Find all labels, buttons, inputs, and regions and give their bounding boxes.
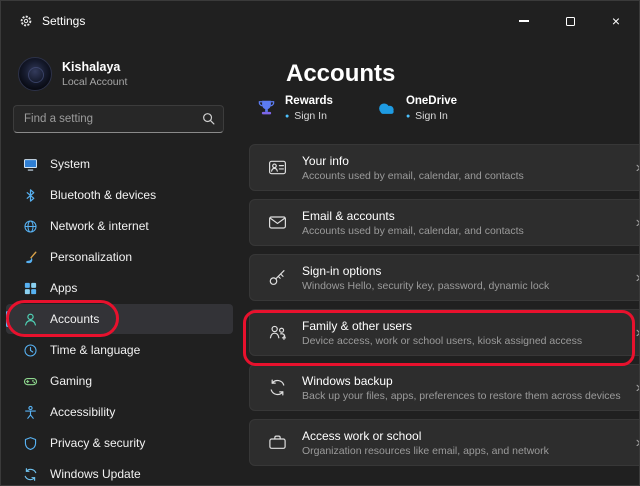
sidebar-item-label: Windows Update: [50, 467, 141, 481]
sidebar-item-label: Apps: [50, 281, 77, 295]
rewards-label: Rewards: [285, 95, 333, 107]
row-title: Access work or school: [302, 429, 549, 443]
minimize-icon: [519, 20, 529, 21]
sidebar-item-label: Privacy & security: [50, 436, 145, 450]
settings-row-signin-options[interactable]: Sign-in options Windows Hello, security …: [249, 254, 640, 301]
accounts-person-icon: [22, 312, 38, 327]
settings-window: Settings × Kishalaya Local Account: [0, 0, 640, 486]
chevron-right-icon: ›: [636, 435, 640, 451]
close-button[interactable]: ×: [593, 1, 639, 41]
caption-buttons: ×: [501, 1, 639, 41]
bullet-icon: ●: [406, 113, 410, 120]
sidebar-item-bluetooth-devices[interactable]: Bluetooth & devices: [6, 180, 233, 210]
maximize-icon: [566, 17, 575, 26]
row-subtitle: Device access, work or school users, kio…: [302, 335, 582, 347]
user-account-type: Local Account: [62, 76, 127, 88]
row-title: Sign-in options: [302, 264, 549, 278]
onedrive-promo[interactable]: OneDrive ● Sign In: [375, 95, 457, 122]
search-box: [13, 105, 224, 133]
update-arrows-icon: [22, 467, 38, 482]
sidebar-item-system[interactable]: System: [6, 149, 233, 179]
rewards-signin-link[interactable]: Sign In: [294, 110, 327, 122]
sidebar-item-label: Personalization: [50, 250, 132, 264]
user-profile[interactable]: Kishalaya Local Account: [1, 45, 238, 105]
row-title: Your info: [302, 154, 524, 168]
chevron-right-icon: ›: [636, 325, 640, 341]
avatar: [18, 57, 52, 91]
row-subtitle: Accounts used by email, calendar, and co…: [302, 170, 524, 182]
sidebar-item-label: Time & language: [50, 343, 140, 357]
sidebar-item-accounts[interactable]: Accounts: [6, 304, 233, 334]
sidebar-nav: System Bluetooth & devices: [1, 145, 238, 486]
user-name: Kishalaya: [62, 60, 127, 74]
search-icon: [202, 112, 215, 125]
sidebar-item-gaming[interactable]: Gaming: [6, 366, 233, 396]
key-icon: [267, 268, 287, 287]
network-globe-icon: [22, 219, 38, 234]
maximize-button[interactable]: [547, 1, 593, 41]
settings-rows: Your info Accounts used by email, calend…: [249, 144, 640, 466]
onedrive-signin-link[interactable]: Sign In: [415, 110, 448, 122]
search-input[interactable]: [13, 105, 224, 133]
shield-icon: [22, 436, 38, 451]
family-people-icon: [267, 323, 287, 342]
minimize-button[interactable]: [501, 1, 547, 41]
onedrive-cloud-icon: [375, 97, 398, 120]
sidebar-item-accessibility[interactable]: Accessibility: [6, 397, 233, 427]
page-title: Accounts: [286, 59, 640, 89]
clock-icon: [22, 343, 38, 358]
sidebar-item-time-language[interactable]: Time & language: [6, 335, 233, 365]
main-content: Accounts Rewards: [238, 41, 640, 486]
settings-row-your-info[interactable]: Your info Accounts used by email, calend…: [249, 144, 640, 191]
bluetooth-icon: [22, 188, 38, 203]
row-subtitle: Back up your files, apps, preferences to…: [302, 390, 621, 402]
onedrive-label: OneDrive: [406, 95, 457, 107]
bullet-icon: ●: [285, 113, 289, 120]
envelope-icon: [267, 213, 287, 232]
accessibility-person-icon: [22, 405, 38, 420]
sidebar-item-label: Network & internet: [50, 219, 149, 233]
chevron-right-icon: ›: [636, 160, 640, 176]
settings-gear-icon: [19, 14, 33, 28]
chevron-right-icon: ›: [636, 215, 640, 231]
chevron-right-icon: ›: [636, 380, 640, 396]
backup-sync-icon: [267, 378, 287, 397]
close-icon: ×: [612, 14, 620, 28]
chevron-right-icon: ›: [636, 270, 640, 286]
rewards-promo[interactable]: Rewards ● Sign In: [256, 95, 333, 122]
settings-row-windows-backup[interactable]: Windows backup Back up your files, apps,…: [249, 364, 640, 411]
sidebar-item-windows-update[interactable]: Windows Update: [6, 459, 233, 486]
sidebar-item-label: Accessibility: [50, 405, 115, 419]
settings-row-family-other-users[interactable]: Family & other users Device access, work…: [249, 309, 640, 356]
settings-row-email-accounts[interactable]: Email & accounts Accounts used by email,…: [249, 199, 640, 246]
row-title: Family & other users: [302, 319, 582, 333]
sidebar-item-label: Bluetooth & devices: [50, 188, 156, 202]
apps-grid-icon: [22, 281, 38, 296]
sidebar-item-label: Accounts: [50, 312, 99, 326]
system-icon: [22, 157, 38, 172]
row-subtitle: Accounts used by email, calendar, and co…: [302, 225, 524, 237]
row-title: Email & accounts: [302, 209, 524, 223]
promo-links: Rewards ● Sign In: [256, 95, 640, 122]
row-subtitle: Organization resources like email, apps,…: [302, 445, 549, 457]
contact-card-icon: [267, 158, 287, 177]
personalization-brush-icon: [22, 250, 38, 265]
row-title: Windows backup: [302, 374, 621, 388]
row-subtitle: Windows Hello, security key, password, d…: [302, 280, 549, 292]
window-title: Settings: [42, 14, 85, 28]
sidebar-item-privacy-security[interactable]: Privacy & security: [6, 428, 233, 458]
sidebar-item-apps[interactable]: Apps: [6, 273, 233, 303]
sidebar: Kishalaya Local Account: [1, 41, 238, 486]
briefcase-icon: [267, 433, 287, 452]
sidebar-item-personalization[interactable]: Personalization: [6, 242, 233, 272]
rewards-trophy-icon: [256, 98, 277, 119]
gamepad-icon: [22, 374, 38, 389]
sidebar-item-label: System: [50, 157, 90, 171]
sidebar-item-label: Gaming: [50, 374, 92, 388]
sidebar-item-network-internet[interactable]: Network & internet: [6, 211, 233, 241]
settings-row-access-work-school[interactable]: Access work or school Organization resou…: [249, 419, 640, 466]
titlebar: Settings ×: [1, 1, 639, 41]
selected-accent-bar: [6, 311, 9, 327]
